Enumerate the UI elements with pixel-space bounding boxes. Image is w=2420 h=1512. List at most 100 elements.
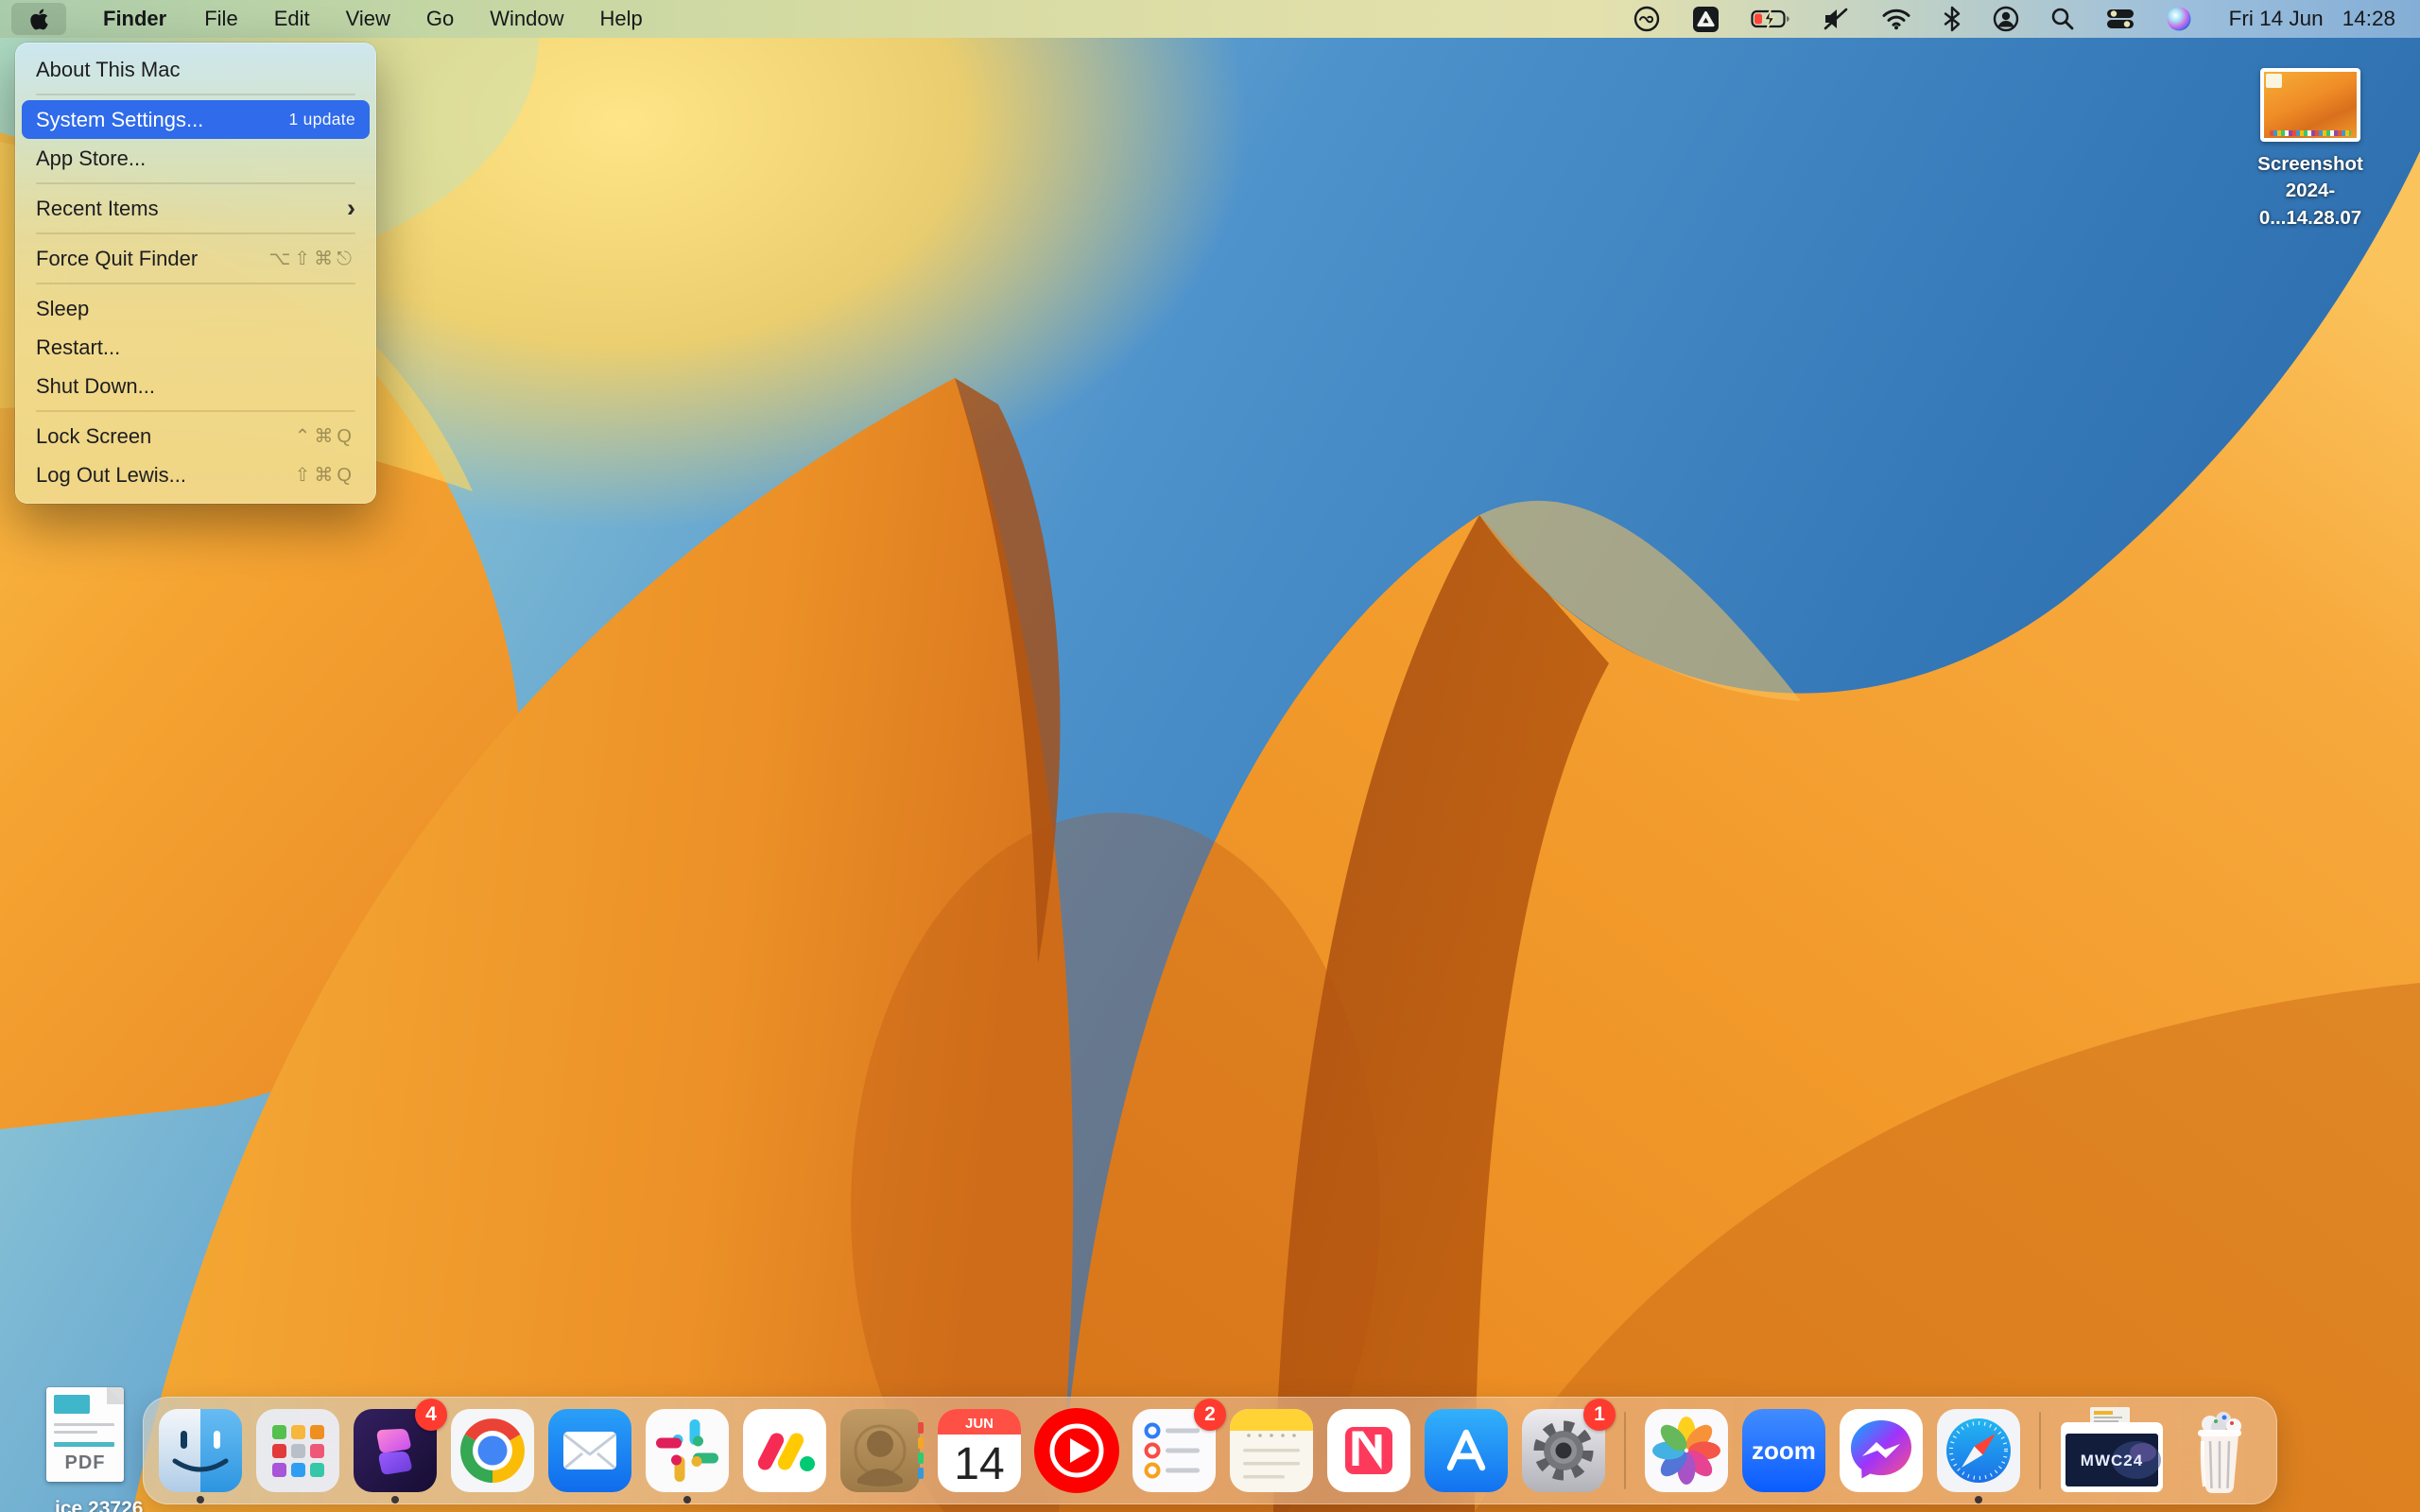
- battery-charging-low-icon[interactable]: [1751, 0, 1790, 38]
- slack-icon: [642, 1405, 733, 1496]
- dock: 4: [143, 1397, 2277, 1504]
- adobe-creative-cloud-icon[interactable]: [1633, 0, 1661, 38]
- menu-item-restart[interactable]: Restart...: [22, 328, 370, 367]
- running-indicator: [197, 1496, 204, 1503]
- file-label-line1: Screenshot: [2254, 151, 2367, 178]
- menu-separator: [36, 410, 355, 412]
- chrome-icon: [447, 1405, 538, 1496]
- apple-logo-icon: [29, 8, 49, 31]
- menu-item-about-this-mac[interactable]: About This Mac: [22, 50, 370, 89]
- keyboard-shortcut: ⌥⇧⌘⎋: [268, 247, 355, 270]
- menu-item-label: Force Quit Finder: [36, 247, 198, 271]
- menu-help[interactable]: Help: [582, 7, 661, 31]
- update-count-badge: 1 update: [288, 110, 355, 129]
- dock-item-mail[interactable]: [544, 1405, 635, 1496]
- menu-edit[interactable]: Edit: [256, 7, 328, 31]
- thumbnail-mini-menu: [2266, 74, 2282, 88]
- finder-icon: [155, 1405, 246, 1496]
- menu-item-app-store[interactable]: App Store...: [22, 139, 370, 178]
- calendar-day-text: 14: [954, 1439, 1004, 1489]
- photos-icon: [1641, 1405, 1732, 1496]
- calendar-icon: JUN 14: [934, 1405, 1025, 1496]
- notification-badge: 1: [1583, 1399, 1616, 1431]
- menu-item-system-settings[interactable]: System Settings... 1 update: [22, 100, 370, 139]
- desktop-file-pdf[interactable]: PDF: [38, 1387, 132, 1482]
- bluetooth-icon[interactable]: [1943, 0, 1962, 38]
- menu-item-label: About This Mac: [36, 58, 180, 82]
- menubar-clock[interactable]: Fri 14 Jun 14:28: [2229, 7, 2395, 31]
- volume-muted-icon[interactable]: [1822, 0, 1850, 38]
- keyboard-shortcut: ⇧⌘Q: [295, 463, 355, 487]
- menu-item-log-out[interactable]: Log Out Lewis... ⇧⌘Q: [22, 455, 370, 494]
- menu-item-shut-down[interactable]: Shut Down...: [22, 367, 370, 405]
- menu-item-force-quit[interactable]: Force Quit Finder ⌥⇧⌘⎋: [22, 239, 370, 278]
- control-center-icon[interactable]: [2106, 0, 2135, 38]
- menu-item-label: Recent Items: [36, 197, 159, 221]
- dock-item-launchpad[interactable]: [252, 1405, 343, 1496]
- menu-item-label: Restart...: [36, 335, 120, 360]
- status-bar-icons: Fri 14 Jun 14:28: [1633, 0, 2395, 38]
- app-menus: Finder File Edit View Go Window Help: [83, 7, 661, 31]
- dock-item-contacts[interactable]: [837, 1405, 927, 1496]
- file-label-line2: 2024-0...14.28.07: [2254, 178, 2367, 232]
- menu-item-lock-screen[interactable]: Lock Screen ⌃⌘Q: [22, 417, 370, 455]
- menu-separator: [36, 232, 355, 234]
- user-account-icon[interactable]: [1993, 0, 2019, 38]
- dock-item-minimized-window[interactable]: MWC24: [2056, 1405, 2168, 1496]
- menubar-time: 14:28: [2342, 7, 2395, 31]
- dock-item-calendar[interactable]: JUN 14: [934, 1405, 1025, 1496]
- dock-item-news[interactable]: [1323, 1405, 1414, 1496]
- dock-item-app-store[interactable]: [1421, 1405, 1512, 1496]
- dock-item-trash[interactable]: [2174, 1405, 2265, 1496]
- running-indicator: [391, 1496, 399, 1503]
- submenu-chevron-icon: ›: [347, 196, 355, 221]
- contacts-icon: [837, 1405, 927, 1496]
- dock-item-zoom[interactable]: zoom: [1738, 1405, 1829, 1496]
- pdf-header-block: [54, 1395, 90, 1414]
- dock-item-youtube-music[interactable]: [1031, 1405, 1122, 1496]
- youtube-music-icon: [1031, 1405, 1122, 1496]
- menu-item-label: System Settings...: [36, 108, 203, 132]
- menubar-date: Fri 14 Jun: [2229, 7, 2324, 31]
- menu-item-sleep[interactable]: Sleep: [22, 289, 370, 328]
- spotlight-search-icon[interactable]: [2050, 0, 2075, 38]
- dock-item-purple-chat-app[interactable]: 4: [350, 1405, 441, 1496]
- page-fold-corner: [107, 1387, 124, 1404]
- pdf-badge-text: PDF: [46, 1452, 124, 1474]
- wifi-icon[interactable]: [1881, 0, 1911, 38]
- apple-news-icon: [1323, 1405, 1414, 1496]
- messenger-icon: [1836, 1405, 1927, 1496]
- menu-view[interactable]: View: [328, 7, 408, 31]
- dock-item-messenger[interactable]: [1836, 1405, 1927, 1496]
- dock-item-chrome[interactable]: [447, 1405, 538, 1496]
- dock-item-finder[interactable]: [155, 1405, 246, 1496]
- dock-item-safari[interactable]: [1933, 1405, 2024, 1496]
- dock-item-system-settings[interactable]: 1: [1518, 1405, 1609, 1496]
- desktop-file-screenshot[interactable]: Screenshot 2024-0...14.28.07: [2254, 68, 2367, 232]
- menu-window[interactable]: Window: [472, 7, 581, 31]
- siri-icon[interactable]: [2166, 0, 2192, 38]
- menu-item-label: Log Out Lewis...: [36, 463, 186, 488]
- zoom-icon: zoom: [1738, 1405, 1829, 1496]
- notification-badge: 2: [1194, 1399, 1226, 1431]
- notes-icon: [1226, 1405, 1317, 1496]
- apple-menu-button[interactable]: [11, 3, 66, 35]
- minimized-window-thumbnail: MWC24: [2056, 1405, 2168, 1496]
- mail-icon: [544, 1405, 635, 1496]
- dock-item-monday[interactable]: [739, 1405, 830, 1496]
- apple-menu-dropdown: About This Mac System Settings... 1 upda…: [15, 43, 376, 504]
- dock-item-slack[interactable]: [642, 1405, 733, 1496]
- dock-item-reminders[interactable]: 2: [1129, 1405, 1219, 1496]
- active-app-name[interactable]: Finder: [83, 7, 186, 31]
- dock-item-photos[interactable]: [1641, 1405, 1732, 1496]
- menu-file[interactable]: File: [186, 7, 255, 31]
- safari-icon: [1933, 1405, 2024, 1496]
- menu-item-recent-items[interactable]: Recent Items ›: [22, 189, 370, 228]
- menu-separator: [36, 182, 355, 184]
- keyboard-shortcut: ⌃⌘Q: [295, 424, 355, 448]
- dock-item-notes[interactable]: [1226, 1405, 1317, 1496]
- menu-separator: [36, 283, 355, 284]
- triangle-utility-app-icon[interactable]: [1692, 0, 1720, 38]
- menu-separator: [36, 94, 355, 95]
- menu-go[interactable]: Go: [408, 7, 472, 31]
